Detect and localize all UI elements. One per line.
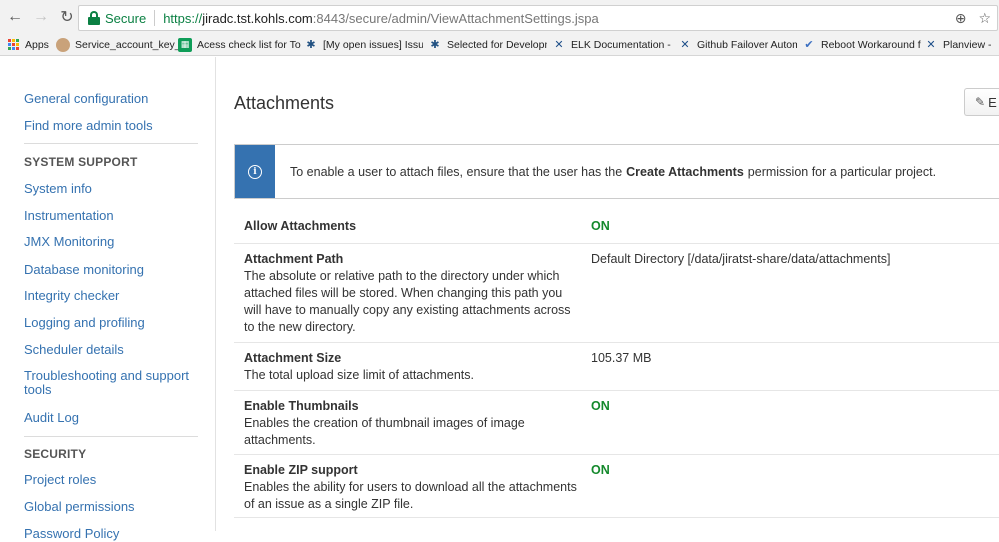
sidebar-heading-security: SECURITY <box>24 447 87 461</box>
pencil-icon: ✎ <box>975 95 986 109</box>
sheets-icon: ▦ <box>178 37 192 52</box>
setting-label: Enable Thumbnails <box>244 399 359 413</box>
sidebar-link-scheduler-details[interactable]: Scheduler details <box>24 342 124 358</box>
apps-grid-icon <box>6 38 20 52</box>
confluence-icon: ✕ <box>680 39 690 51</box>
url-scheme: https:// <box>163 10 203 26</box>
browser-toolbar: ← → ↻ Secure https:// jiradc.tst.kohls.c… <box>0 0 999 34</box>
bookmark-label: Service_account_key_ <box>75 38 178 51</box>
settings-row-attachment-path: Attachment Path The absolute or relative… <box>234 244 999 343</box>
sidebar-link-troubleshooting[interactable]: Troubleshooting and support tools <box>24 369 204 397</box>
zoom-icon[interactable]: ⊕ <box>955 10 967 27</box>
sidebar-link-jmx-monitoring[interactable]: JMX Monitoring <box>24 234 114 250</box>
setting-description: Enables the ability for users to downloa… <box>244 480 577 511</box>
settings-row-attachment-size: Attachment Size The total upload size li… <box>234 343 999 391</box>
setting-value-on: ON <box>591 219 610 233</box>
bookmark-item[interactable]: ✕ Github Failover Autom <box>678 34 802 55</box>
page-title: Attachments <box>234 93 335 113</box>
bookmark-apps[interactable]: Apps <box>6 34 56 55</box>
sidebar-link-system-info[interactable]: System info <box>24 181 92 197</box>
setting-value-on: ON <box>591 463 610 477</box>
sidebar-divider <box>24 436 198 437</box>
setting-label: Attachment Path <box>244 252 344 266</box>
setting-value: 105.37 MB <box>591 351 652 365</box>
permission-name: Create Attachments <box>626 164 744 179</box>
url-path: :8443/secure/admin/ViewAttachmentSetting… <box>312 10 599 26</box>
setting-label: Allow Attachments <box>244 219 357 233</box>
main-content: Attachments ✎ E i To enable a user to at… <box>216 57 999 531</box>
sidebar-heading-system-support: SYSTEM SUPPORT <box>24 155 138 169</box>
bookmark-label: [My open issues] Issu <box>323 38 423 51</box>
setting-description: The absolute or relative path to the dir… <box>244 269 571 334</box>
sidebar-link-project-roles[interactable]: Project roles <box>24 472 96 488</box>
info-message: i To enable a user to attach files, ensu… <box>234 144 999 199</box>
bookmark-star-icon[interactable]: ☆ <box>978 10 991 27</box>
setting-label: Attachment Size <box>244 351 342 365</box>
bookmark-item[interactable]: ✕ Planview - <box>924 34 999 55</box>
bookmark-label: Github Failover Autom <box>697 38 797 51</box>
sidebar-divider <box>24 143 198 144</box>
lock-icon <box>87 11 101 25</box>
bookmark-item[interactable]: ✔ Reboot Workaround fo <box>802 34 924 55</box>
jira-icon: ✱ <box>306 39 316 51</box>
info-message-text: To enable a user to attach files, ensure… <box>290 164 937 179</box>
attachment-settings-table: Allow Attachments ON Attachment Path The… <box>234 210 999 518</box>
confluence-icon: ✕ <box>926 39 936 51</box>
bookmark-item[interactable]: ▦ Acess check list for To <box>178 34 304 55</box>
bookmark-item[interactable]: ✱ [My open issues] Issu <box>304 34 428 55</box>
setting-value-on: ON <box>591 399 610 413</box>
setting-label: Enable ZIP support <box>244 463 358 477</box>
setting-description: The total upload size limit of attachmen… <box>244 368 474 382</box>
bookmarks-bar: Apps Service_account_key_ ▦ Acess check … <box>0 34 999 56</box>
edit-settings-button[interactable]: ✎ E <box>964 88 999 116</box>
admin-sidebar: General configuration Find more admin to… <box>0 57 216 541</box>
setting-description: Enables the creation of thumbnail images… <box>244 416 525 447</box>
bookmark-label: Apps <box>25 38 49 51</box>
reload-button[interactable]: ↻ <box>56 6 78 28</box>
bookmark-item[interactable]: ✕ ELK Documentation - <box>552 34 678 55</box>
settings-row-enable-thumbnails: Enable Thumbnails Enables the creation o… <box>234 391 999 455</box>
bookmark-label: ELK Documentation - <box>571 38 671 51</box>
sidebar-link-global-permissions[interactable]: Global permissions <box>24 499 135 515</box>
sidebar-link-instrumentation[interactable]: Instrumentation <box>24 208 114 224</box>
check-icon: ✔ <box>804 39 814 51</box>
settings-row-allow-attachments: Allow Attachments ON <box>234 210 999 244</box>
sidebar-link-password-policy[interactable]: Password Policy <box>24 526 119 542</box>
sidebar-link-integrity-checker[interactable]: Integrity checker <box>24 288 119 304</box>
url-host: jiradc.tst.kohls.com <box>202 10 313 26</box>
bookmark-label: Reboot Workaround fo <box>821 38 921 51</box>
bookmark-item[interactable]: Service_account_key_ <box>56 34 178 55</box>
settings-row-enable-zip: Enable ZIP support Enables the ability f… <box>234 455 999 518</box>
sidebar-link-logging-and-profiling[interactable]: Logging and profiling <box>24 315 145 331</box>
confluence-icon: ✕ <box>554 39 564 51</box>
jira-icon: ✱ <box>430 39 440 51</box>
edit-button-label: E <box>988 94 997 110</box>
sidebar-link-general-configuration[interactable]: General configuration <box>24 91 148 107</box>
info-icon: i <box>248 164 262 179</box>
address-bar[interactable]: Secure https:// jiradc.tst.kohls.com :84… <box>78 5 998 31</box>
sidebar-link-database-monitoring[interactable]: Database monitoring <box>24 262 144 278</box>
back-button[interactable]: ← <box>4 6 26 28</box>
setting-value: Default Directory [/data/jiratst-share/d… <box>591 252 891 266</box>
bookmark-item[interactable]: ✱ Selected for Developm <box>428 34 552 55</box>
secure-label: Secure <box>105 10 147 26</box>
user-icon <box>56 37 70 52</box>
bookmark-label: Selected for Developm <box>447 38 547 51</box>
bookmark-label: Acess check list for To <box>197 38 301 51</box>
sidebar-link-audit-log[interactable]: Audit Log <box>24 410 79 426</box>
forward-button[interactable]: → <box>30 6 52 28</box>
bookmark-label: Planview - <box>943 38 992 51</box>
sidebar-link-find-more-admin-tools[interactable]: Find more admin tools <box>24 118 153 134</box>
